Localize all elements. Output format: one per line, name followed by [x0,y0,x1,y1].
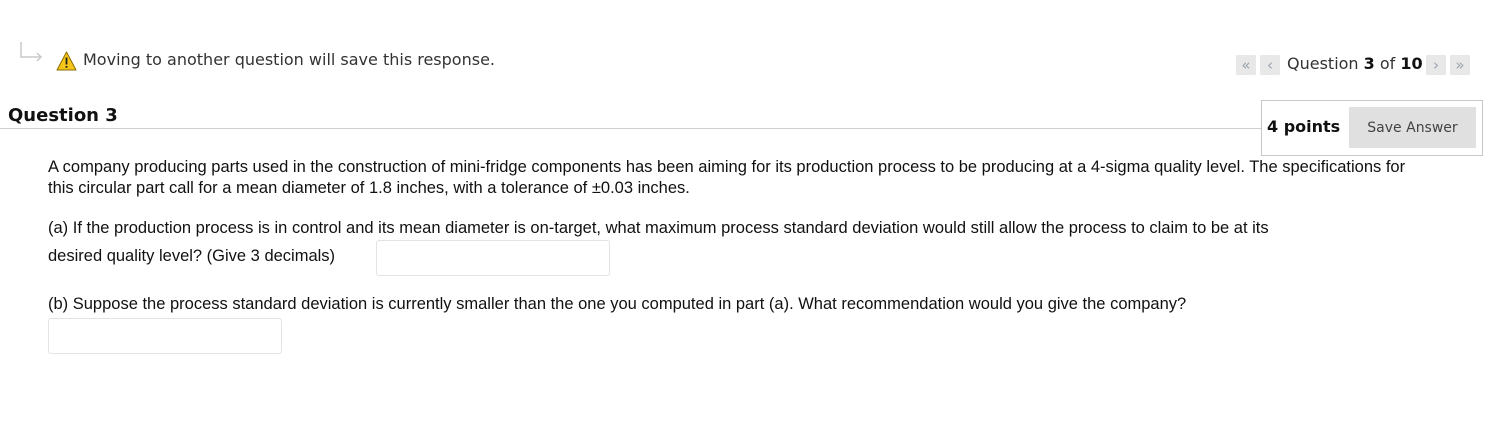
question-intro: A company producing parts used in the co… [48,158,1406,197]
question-counter-prefix: Question [1287,54,1359,73]
part-a-answer-input[interactable] [376,240,610,276]
save-warning-text: Moving to another question will save thi… [83,50,495,69]
save-answer-button[interactable]: Save Answer [1349,107,1476,148]
question-counter-current: 3 [1363,54,1375,73]
question-nav-back: « ‹ [1236,54,1280,76]
last-question-button[interactable]: » [1450,55,1470,75]
part-a-text: (a) If the production process is in cont… [48,219,1269,237]
first-question-button[interactable]: « [1236,55,1256,75]
warning-triangle-icon [56,51,77,71]
previous-question-button[interactable]: ‹ [1260,55,1280,75]
title-divider [0,128,1262,129]
question-nav-forward: › » [1426,54,1470,76]
part-b-text: (b) Suppose the process standard deviati… [48,295,1187,313]
points-label: 4 points [1267,117,1341,136]
question-counter-of: of [1379,54,1396,73]
part-a-prompt: desired quality level? (Give 3 decimals) [48,247,336,265]
return-arrow-icon [20,42,43,62]
question-title: Question 3 [8,105,118,126]
question-counter: Question 3 of 10 [1287,54,1423,73]
next-question-button[interactable]: › [1426,55,1446,75]
question-counter-total: 10 [1400,54,1423,73]
part-b-answer-input[interactable] [48,318,282,354]
